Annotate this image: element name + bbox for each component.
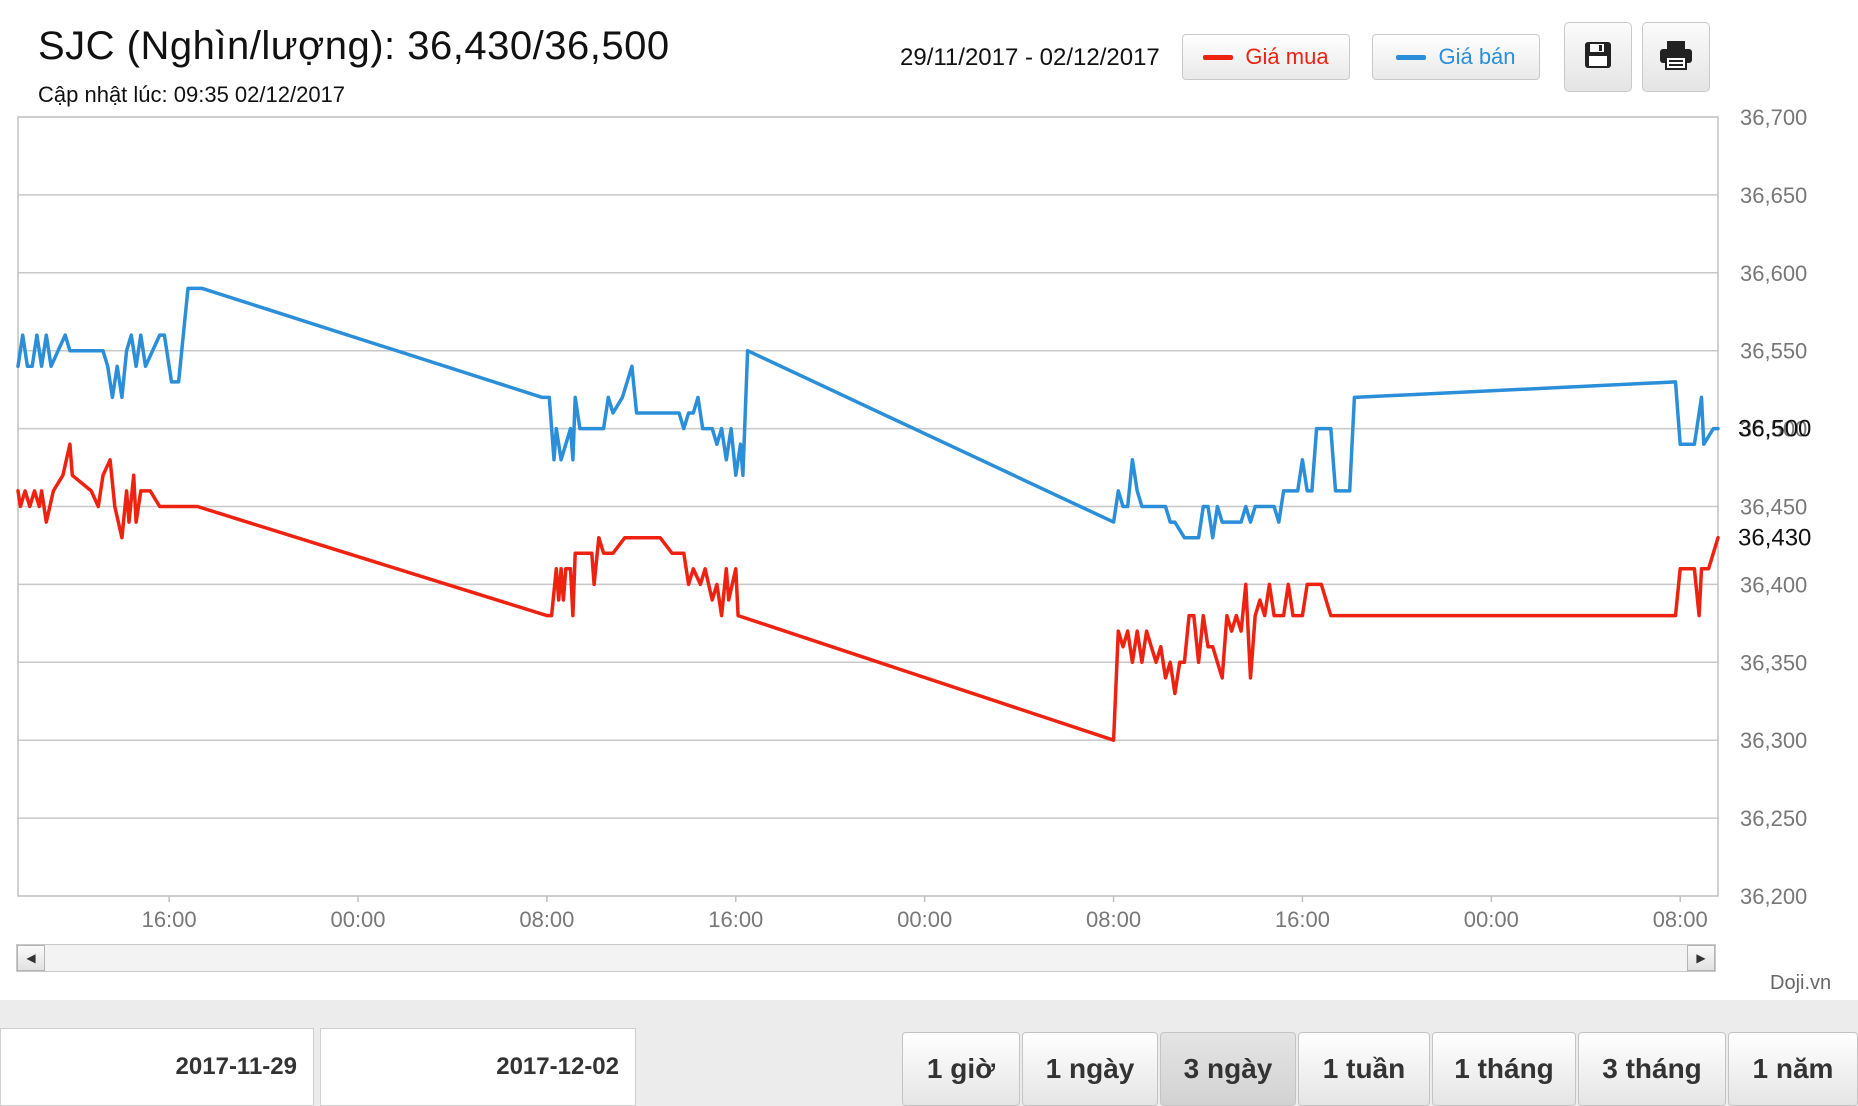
x-tick-label: 08:00 (1086, 907, 1141, 932)
current-value-label: 36,430 (1738, 525, 1811, 552)
x-tick-label: 00:00 (897, 907, 952, 932)
range-button-1-hour[interactable]: 1 giờ (902, 1032, 1020, 1106)
y-tick-label: 36,700 (1740, 105, 1807, 130)
x-tick-label: 00:00 (1464, 907, 1519, 932)
y-tick-label: 36,200 (1740, 884, 1807, 909)
grid-layer (17, 116, 1719, 897)
y-tick-label: 36,450 (1740, 495, 1807, 520)
current-value-label: 36,500 (1738, 416, 1811, 443)
credit-text: Doji.vn (1770, 972, 1832, 994)
chart-scrollbar[interactable]: ◀ ▶ (16, 944, 1716, 972)
y-tick-label: 36,250 (1740, 806, 1807, 831)
y-tick-label: 36,600 (1740, 261, 1807, 286)
x-tick-label: 08:00 (519, 907, 574, 932)
y-tick-label: 36,300 (1740, 728, 1807, 753)
scroll-left-arrow-icon[interactable]: ◀ (17, 945, 45, 971)
range-button-1-day[interactable]: 1 ngày (1022, 1032, 1158, 1106)
range-button-1-month[interactable]: 1 tháng (1432, 1032, 1576, 1106)
scroll-right-arrow-icon[interactable]: ▶ (1687, 945, 1715, 971)
price-chart: 36,200 36,250 36,300 36,350 36,400 36,450 36,5… (16, 105, 1811, 932)
y-tick-label: 36,350 (1740, 650, 1807, 675)
range-button-1-week[interactable]: 1 tuần (1298, 1032, 1430, 1106)
date-from-input[interactable]: 2017-11-29 (0, 1028, 314, 1106)
y-tick-label: 36,400 (1740, 572, 1807, 597)
x-tick-label: 16:00 (708, 907, 763, 932)
x-tick-label: 16:00 (1275, 907, 1330, 932)
y-tick-label: 36,550 (1740, 339, 1807, 364)
y-tick-label: 36,650 (1740, 183, 1807, 208)
range-button-3-months[interactable]: 3 tháng (1578, 1032, 1726, 1106)
x-tick-label: 16:00 (142, 907, 197, 932)
range-button-3-days[interactable]: 3 ngày (1160, 1032, 1296, 1106)
date-to-input[interactable]: 2017-12-02 (320, 1028, 636, 1106)
x-tick-label: 00:00 (330, 907, 385, 932)
range-button-1-year[interactable]: 1 năm (1728, 1032, 1858, 1106)
x-tick-label: 08:00 (1653, 907, 1708, 932)
